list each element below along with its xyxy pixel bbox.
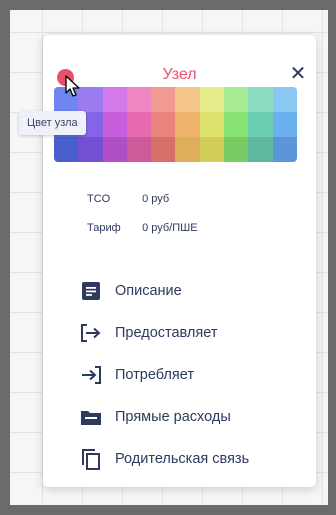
color-swatch[interactable] bbox=[102, 87, 127, 112]
menu-item-label: Предоставляет bbox=[115, 325, 218, 341]
node-menu: Описание Предоставляет Потребляет Прямые… bbox=[79, 270, 309, 480]
tco-value: 0 руб bbox=[142, 193, 170, 205]
color-tooltip: Цвет узла bbox=[19, 111, 86, 135]
color-swatch[interactable] bbox=[175, 87, 200, 112]
color-swatch[interactable] bbox=[224, 87, 249, 112]
color-swatch[interactable] bbox=[248, 112, 273, 137]
color-swatch[interactable] bbox=[199, 87, 225, 112]
color-swatch[interactable] bbox=[248, 87, 273, 112]
mouse-cursor-icon bbox=[65, 75, 80, 97]
menu-item-label: Потребляет bbox=[115, 367, 194, 383]
color-swatch[interactable] bbox=[272, 87, 297, 112]
close-icon[interactable]: ✕ bbox=[288, 64, 308, 84]
menu-item-label: Родительская связь bbox=[115, 451, 250, 467]
tariff-label: Тариф bbox=[87, 222, 121, 234]
color-swatch[interactable] bbox=[272, 137, 297, 162]
menu-item-label: Описание bbox=[115, 283, 182, 299]
color-palette bbox=[54, 87, 297, 162]
color-swatch[interactable] bbox=[151, 112, 176, 137]
color-swatch[interactable] bbox=[54, 137, 79, 162]
color-swatch[interactable] bbox=[175, 137, 200, 162]
color-swatch[interactable] bbox=[126, 112, 152, 137]
description-icon bbox=[79, 279, 103, 303]
provides-icon bbox=[79, 321, 103, 345]
color-swatch[interactable] bbox=[126, 137, 152, 162]
tariff-row: Тариф 0 руб/ПШЕ bbox=[87, 222, 198, 234]
menu-item-direct-costs[interactable]: Прямые расходы bbox=[79, 396, 309, 438]
tco-row: TCO 0 руб bbox=[87, 193, 169, 205]
color-swatch[interactable] bbox=[78, 137, 103, 162]
menu-item-consumes[interactable]: Потребляет bbox=[79, 354, 309, 396]
menu-item-label: Прямые расходы bbox=[115, 409, 231, 425]
color-swatch[interactable] bbox=[102, 112, 127, 137]
color-swatch[interactable] bbox=[248, 137, 273, 162]
tco-label: TCO bbox=[87, 193, 111, 205]
menu-item-parent-link[interactable]: Родительская связь bbox=[79, 438, 309, 480]
color-swatch[interactable] bbox=[224, 137, 249, 162]
color-swatch[interactable] bbox=[151, 87, 176, 112]
color-swatch[interactable] bbox=[126, 87, 152, 112]
copy-icon bbox=[79, 447, 103, 471]
color-swatch[interactable] bbox=[224, 112, 249, 137]
consumes-icon bbox=[79, 363, 103, 387]
color-swatch[interactable] bbox=[151, 137, 176, 162]
color-swatch[interactable] bbox=[199, 112, 225, 137]
color-swatch[interactable] bbox=[199, 137, 225, 162]
color-swatch[interactable] bbox=[102, 137, 127, 162]
folder-icon bbox=[79, 405, 103, 429]
node-panel: Узел ✕ Цвет узла TCO 0 руб Тариф 0 руб/П… bbox=[19, 35, 316, 487]
color-swatch[interactable] bbox=[272, 112, 297, 137]
menu-item-description[interactable]: Описание bbox=[79, 270, 309, 312]
color-swatch[interactable] bbox=[175, 112, 200, 137]
tariff-value: 0 руб/ПШЕ bbox=[142, 222, 198, 234]
menu-item-provides[interactable]: Предоставляет bbox=[79, 312, 309, 354]
